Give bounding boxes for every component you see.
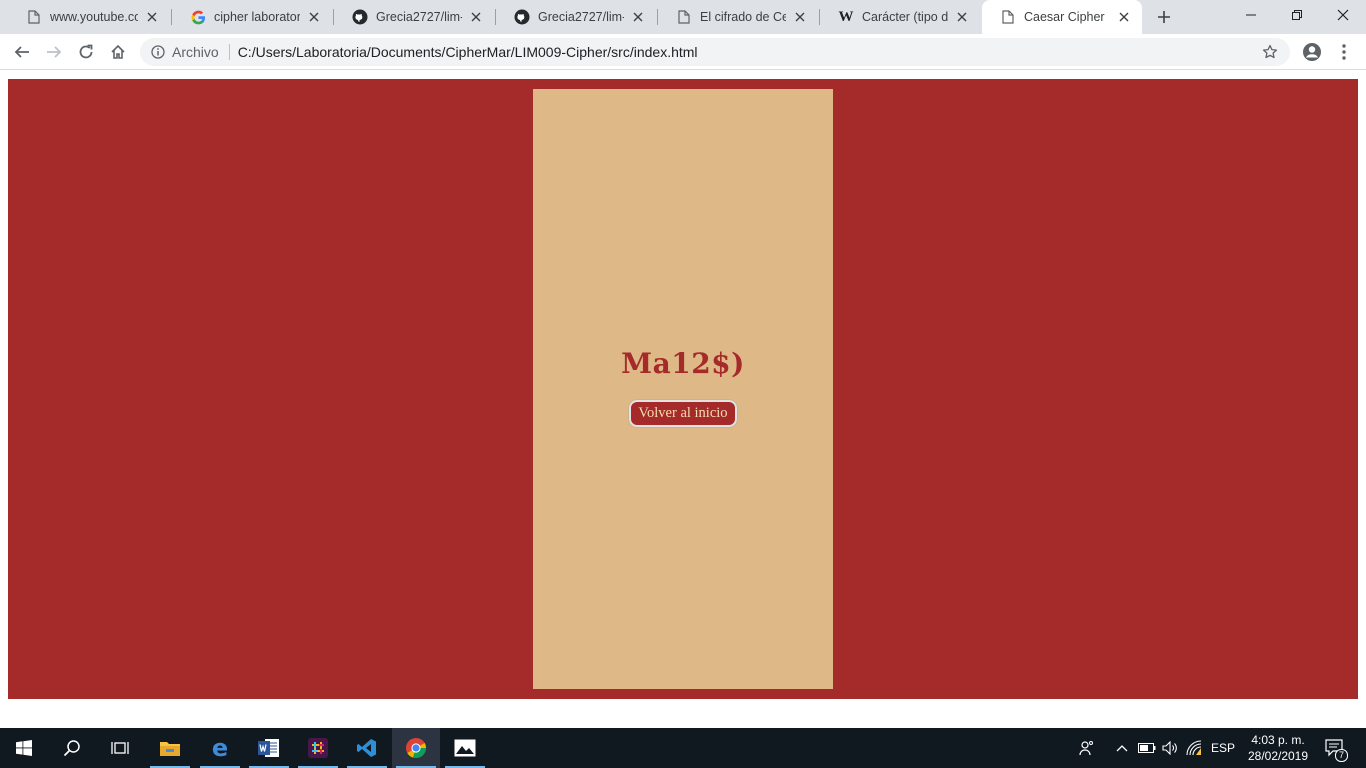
home-button[interactable] <box>106 40 130 64</box>
wikipedia-icon: W <box>838 8 854 25</box>
chevron-up-icon[interactable] <box>1112 728 1132 768</box>
network-icon[interactable] <box>1184 728 1206 768</box>
chrome-button[interactable] <box>392 728 440 768</box>
clock-date: 28/02/2019 <box>1247 749 1309 763</box>
clock[interactable]: 4:03 p. m. 28/02/2019 <box>1240 732 1316 764</box>
start-button[interactable] <box>0 728 48 768</box>
github-icon <box>352 9 368 25</box>
tab-google-search[interactable]: cipher laboratoria <box>172 0 332 34</box>
arrow-left-icon <box>14 46 29 58</box>
task-view-button[interactable] <box>96 728 144 768</box>
volume-icon[interactable] <box>1160 728 1182 768</box>
close-tab-icon[interactable] <box>630 9 646 25</box>
action-center-button[interactable]: 7 <box>1320 728 1350 768</box>
restore-button[interactable] <box>1274 0 1320 30</box>
home-icon <box>111 44 125 59</box>
tab-title: cipher laboratoria <box>214 10 300 24</box>
close-tab-icon[interactable] <box>1116 9 1132 25</box>
info-icon[interactable] <box>150 44 166 60</box>
tab-youtube[interactable]: www.youtube.com <box>8 0 170 34</box>
search-button[interactable] <box>48 728 96 768</box>
close-tab-icon[interactable] <box>306 9 322 25</box>
tab-title: Carácter (tipo de d <box>862 10 948 24</box>
edge-button[interactable]: e <box>196 728 244 768</box>
tab-github-1[interactable]: Grecia2727/lim-20 <box>334 0 494 34</box>
page-icon <box>1000 9 1016 25</box>
tab-title: www.youtube.com <box>50 10 138 24</box>
file-explorer-icon <box>160 742 180 756</box>
vscode-icon <box>357 739 376 757</box>
photos-icon <box>454 739 476 757</box>
tab-wikipedia[interactable]: W Carácter (tipo de d <box>820 0 980 34</box>
cipher-result-text: Ma12$) <box>621 347 745 380</box>
profile-button[interactable] <box>1300 40 1324 64</box>
slack-button[interactable] <box>294 728 342 768</box>
menu-button[interactable] <box>1332 40 1356 64</box>
browser-toolbar: Archivo C:/Users/Laboratoria/Documents/C… <box>0 34 1366 70</box>
photos-button[interactable] <box>441 728 489 768</box>
slack-icon <box>308 738 328 758</box>
close-tab-icon[interactable] <box>468 9 484 25</box>
address-bar[interactable]: Archivo C:/Users/Laboratoria/Documents/C… <box>140 38 1290 66</box>
scheme-label: Archivo <box>172 44 219 60</box>
word-icon <box>258 739 279 757</box>
tab-title: El cifrado de Cesar <box>700 10 786 24</box>
tab-caesar-cipher[interactable]: Caesar Cipher <box>982 0 1142 34</box>
battery-icon[interactable] <box>1136 728 1158 768</box>
language-indicator[interactable]: ESP <box>1208 728 1238 768</box>
tab-cifrado-cesar[interactable]: El cifrado de Cesar <box>658 0 818 34</box>
reload-icon <box>79 44 93 59</box>
people-icon[interactable] <box>1076 728 1098 768</box>
back-to-home-button[interactable]: Volver al inicio <box>629 400 737 427</box>
arrow-right-icon <box>47 46 62 58</box>
file-explorer-button[interactable] <box>146 728 194 768</box>
tab-github-2[interactable]: Grecia2727/lim-20 <box>496 0 656 34</box>
page-background: Ma12$) Volver al inicio <box>8 79 1358 699</box>
tab-title: Grecia2727/lim-20 <box>376 10 462 24</box>
plus-icon <box>1158 11 1170 23</box>
result-card: Ma12$) Volver al inicio <box>533 89 833 689</box>
edge-icon: e <box>211 734 229 762</box>
new-tab-button[interactable] <box>1152 5 1176 29</box>
bookmark-star-icon[interactable] <box>1258 40 1282 64</box>
tab-title: Caesar Cipher <box>1024 10 1105 24</box>
account-icon <box>1303 43 1321 61</box>
task-view-icon <box>111 742 129 754</box>
close-tab-icon[interactable] <box>792 9 808 25</box>
page-icon <box>676 9 692 25</box>
forward-button[interactable] <box>42 40 66 64</box>
close-window-button[interactable] <box>1320 0 1366 30</box>
minimize-icon <box>1246 14 1256 16</box>
tab-strip: www.youtube.com cipher laboratoria Greci… <box>0 0 1366 34</box>
word-button[interactable] <box>245 728 293 768</box>
google-icon <box>190 9 206 25</box>
close-tab-icon[interactable] <box>954 9 970 25</box>
minimize-button[interactable] <box>1228 0 1274 30</box>
notification-count: 7 <box>1334 749 1348 762</box>
chrome-icon <box>406 738 427 759</box>
more-vert-icon <box>1342 44 1346 60</box>
vscode-button[interactable] <box>343 728 391 768</box>
github-icon <box>514 9 530 25</box>
tab-title: Grecia2727/lim-20 <box>538 10 624 24</box>
clock-time: 4:03 p. m. <box>1251 733 1305 747</box>
close-icon <box>1337 9 1349 21</box>
close-tab-icon[interactable] <box>144 9 160 25</box>
reload-button[interactable] <box>74 40 98 64</box>
page-viewport: Ma12$) Volver al inicio <box>0 71 1366 728</box>
address-divider <box>228 44 230 60</box>
start-icon <box>16 740 32 756</box>
page-icon <box>26 9 42 25</box>
restore-icon <box>1292 10 1302 20</box>
url-text[interactable]: C:/Users/Laboratoria/Documents/CipherMar… <box>238 44 1258 60</box>
back-button[interactable] <box>10 40 34 64</box>
search-icon <box>63 740 80 757</box>
windows-taskbar: e ESP 4:03 p. m. 28/02/2019 7 <box>0 728 1366 768</box>
